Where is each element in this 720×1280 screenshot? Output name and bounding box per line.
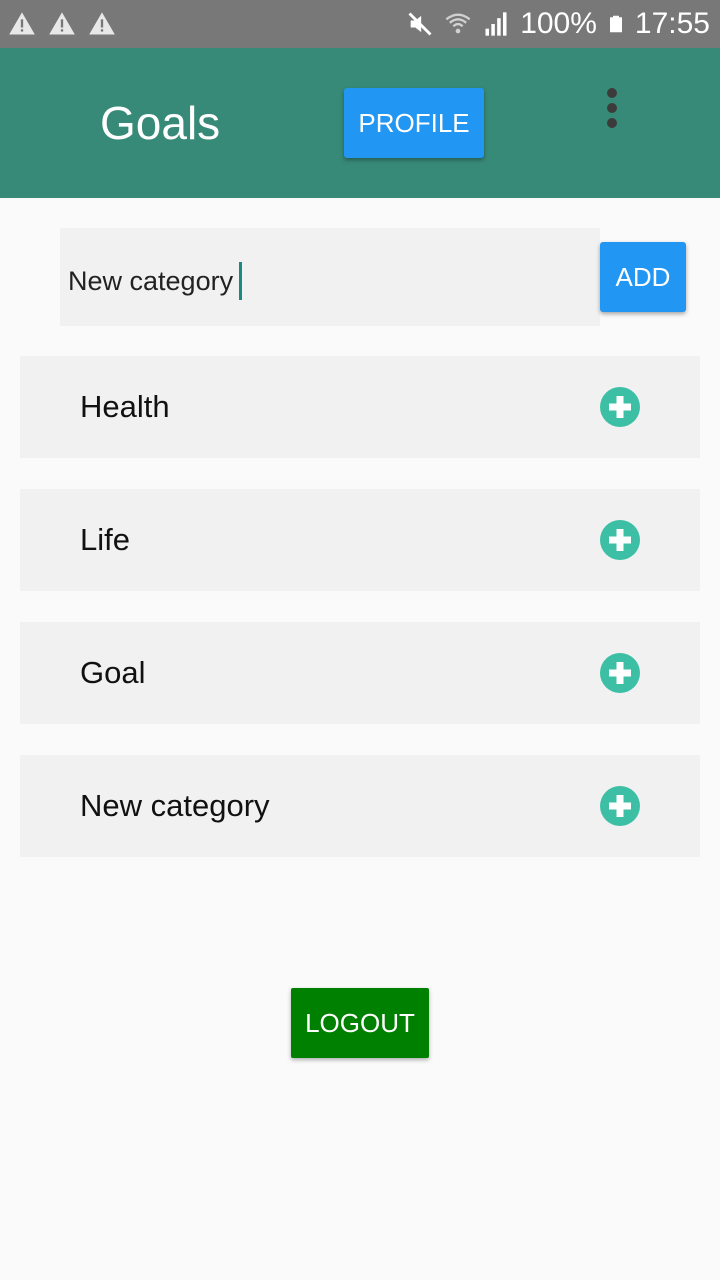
signal-icon xyxy=(485,12,507,36)
add-circle-icon[interactable] xyxy=(600,520,640,560)
add-circle-icon[interactable] xyxy=(600,387,640,427)
category-item-goal[interactable]: Goal xyxy=(20,622,700,724)
new-category-input[interactable]: New category xyxy=(60,228,600,326)
category-label: Goal xyxy=(80,655,146,690)
add-circle-icon[interactable] xyxy=(600,653,640,693)
warning-icon xyxy=(89,12,115,35)
logout-button[interactable]: LOGOUT xyxy=(291,988,429,1058)
battery-icon xyxy=(609,15,622,33)
app-bar: Goals PROFILE xyxy=(0,48,720,198)
category-label: Life xyxy=(80,522,130,557)
category-item-life[interactable]: Life xyxy=(20,489,700,591)
battery-percent: 100% xyxy=(520,7,597,40)
mute-icon xyxy=(408,12,432,36)
add-circle-icon[interactable] xyxy=(600,786,640,826)
more-vert-icon[interactable] xyxy=(594,84,630,132)
category-label: Health xyxy=(80,389,170,424)
warning-icon xyxy=(49,12,75,35)
category-item-health[interactable]: Health xyxy=(20,356,700,458)
category-item-new-category[interactable]: New category xyxy=(20,755,700,857)
status-bar: 100% 17:55 xyxy=(0,0,720,48)
warning-icon xyxy=(9,12,35,35)
wifi-icon xyxy=(445,13,471,34)
system-icons: 100% 17:55 xyxy=(406,6,710,42)
category-label: New category xyxy=(80,788,270,823)
text-cursor xyxy=(239,262,243,300)
page-title: Goals xyxy=(100,97,221,149)
new-category-input-value: New category xyxy=(68,262,243,300)
notification-icons xyxy=(8,10,116,38)
clock: 17:55 xyxy=(634,7,710,40)
add-category-button[interactable]: ADD xyxy=(600,242,686,312)
profile-button[interactable]: PROFILE xyxy=(344,88,484,158)
